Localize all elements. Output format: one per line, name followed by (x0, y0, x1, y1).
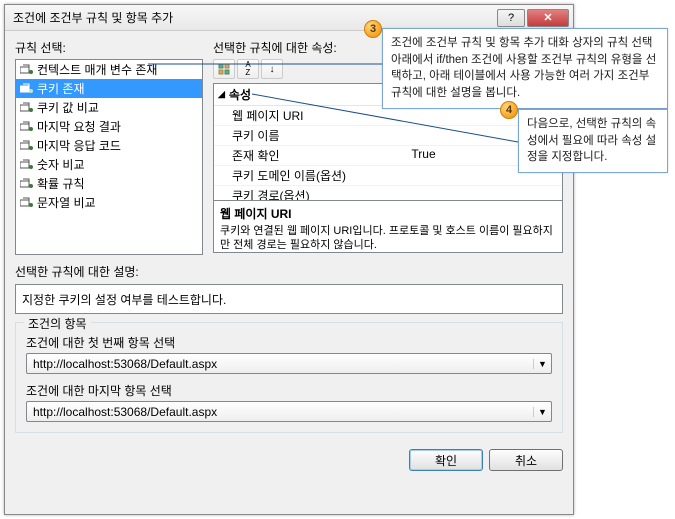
last-item-label: 조건에 대한 마지막 항목 선택 (26, 382, 552, 399)
callout-3: 조건에 조건부 규칙 및 항목 추가 대화 상자의 규칙 선택 아래에서 if/… (382, 28, 668, 109)
list-item-label: 마지막 응답 코드 (37, 137, 121, 154)
list-item[interactable]: 숫자 비교 (16, 155, 202, 174)
property-name: 쿠키 경로(옵션) (214, 186, 405, 201)
chevron-down-icon: ▼ (533, 359, 551, 369)
combo-value: http://localhost:53068/Default.aspx (27, 357, 533, 371)
callout-badge-3: 3 (364, 20, 382, 38)
list-item-label: 쿠키 값 비교 (37, 99, 99, 116)
rule-icon (20, 178, 34, 189)
rule-select-label: 규칙 선택: (15, 39, 203, 56)
callout-text: 다음으로, 선택한 규칙의 속성에서 필요에 따라 속성 설정을 지정합니다. (527, 118, 656, 163)
list-item-label: 컨텍스트 매개 변수 존재 (37, 61, 157, 78)
list-item[interactable]: 쿠키 값 비교 (16, 98, 202, 117)
dialog-title: 조건에 조건부 규칙 및 항목 추가 (13, 9, 495, 26)
cancel-button[interactable]: 취소 (489, 449, 563, 471)
callout-badge-4: 4 (500, 101, 518, 119)
property-row[interactable]: 쿠키 도메인 이름(옵션) (214, 166, 562, 186)
propdesc-body: 쿠키와 연결된 웹 페이지 URI입니다. 프로토콜 및 호스트 이름이 필요하… (220, 224, 556, 253)
list-item[interactable]: 문자열 비교 (16, 193, 202, 212)
callout-text: 조건에 조건부 규칙 및 항목 추가 대화 상자의 규칙 선택 아래에서 if/… (391, 37, 656, 99)
close-button[interactable]: ✕ (527, 9, 569, 27)
rule-icon (20, 140, 34, 151)
propdesc-title: 웹 페이지 URI (220, 205, 556, 222)
rule-icon (20, 102, 34, 113)
property-row[interactable]: 쿠키 경로(옵션) (214, 186, 562, 201)
last-item-combo[interactable]: http://localhost:53068/Default.aspx ▼ (26, 401, 552, 422)
callout-4: 다음으로, 선택한 규칙의 속성에서 필요에 따라 속성 설정을 지정합니다. (518, 109, 668, 173)
rule-icon (20, 159, 34, 170)
callout-leader-line (148, 64, 388, 97)
first-item-label: 조건에 대한 첫 번째 항목 선택 (26, 334, 552, 351)
list-item[interactable]: 마지막 요청 결과 (16, 117, 202, 136)
property-value[interactable] (405, 186, 562, 201)
chevron-down-icon: ▼ (533, 407, 551, 417)
condition-items-group: 조건의 항목 조건에 대한 첫 번째 항목 선택 http://localhos… (15, 322, 563, 433)
list-item[interactable]: 확률 규칙 (16, 174, 202, 193)
selected-rule-desc-label: 선택한 규칙에 대한 설명: (15, 263, 563, 280)
help-button[interactable]: ? (497, 9, 525, 27)
rule-icon (20, 64, 34, 75)
list-item[interactable]: 마지막 응답 코드 (16, 136, 202, 155)
list-item-label: 숫자 비교 (37, 156, 85, 173)
group-label: 조건의 항목 (24, 315, 91, 332)
rule-icon (20, 83, 34, 94)
ok-button[interactable]: 확인 (409, 449, 483, 471)
first-item-combo[interactable]: http://localhost:53068/Default.aspx ▼ (26, 353, 552, 374)
rule-description-box: 지정한 쿠키의 설정 여부를 테스트합니다. (15, 284, 563, 314)
button-row: 확인 취소 (5, 441, 573, 479)
list-item-label: 쿠키 존재 (37, 80, 85, 97)
list-item-label: 마지막 요청 결과 (37, 118, 121, 135)
rule-description-text: 지정한 쿠키의 설정 여부를 테스트합니다. (22, 293, 226, 307)
property-description-pane: 웹 페이지 URI 쿠키와 연결된 웹 페이지 URI입니다. 프로토콜 및 호… (213, 201, 563, 253)
rule-icon (20, 197, 34, 208)
list-item-label: 확률 규칙 (37, 175, 85, 192)
property-name: 쿠키 도메인 이름(옵션) (214, 166, 405, 185)
combo-value: http://localhost:53068/Default.aspx (27, 405, 533, 419)
list-item-label: 문자열 비교 (37, 194, 96, 211)
rule-icon (20, 121, 34, 132)
